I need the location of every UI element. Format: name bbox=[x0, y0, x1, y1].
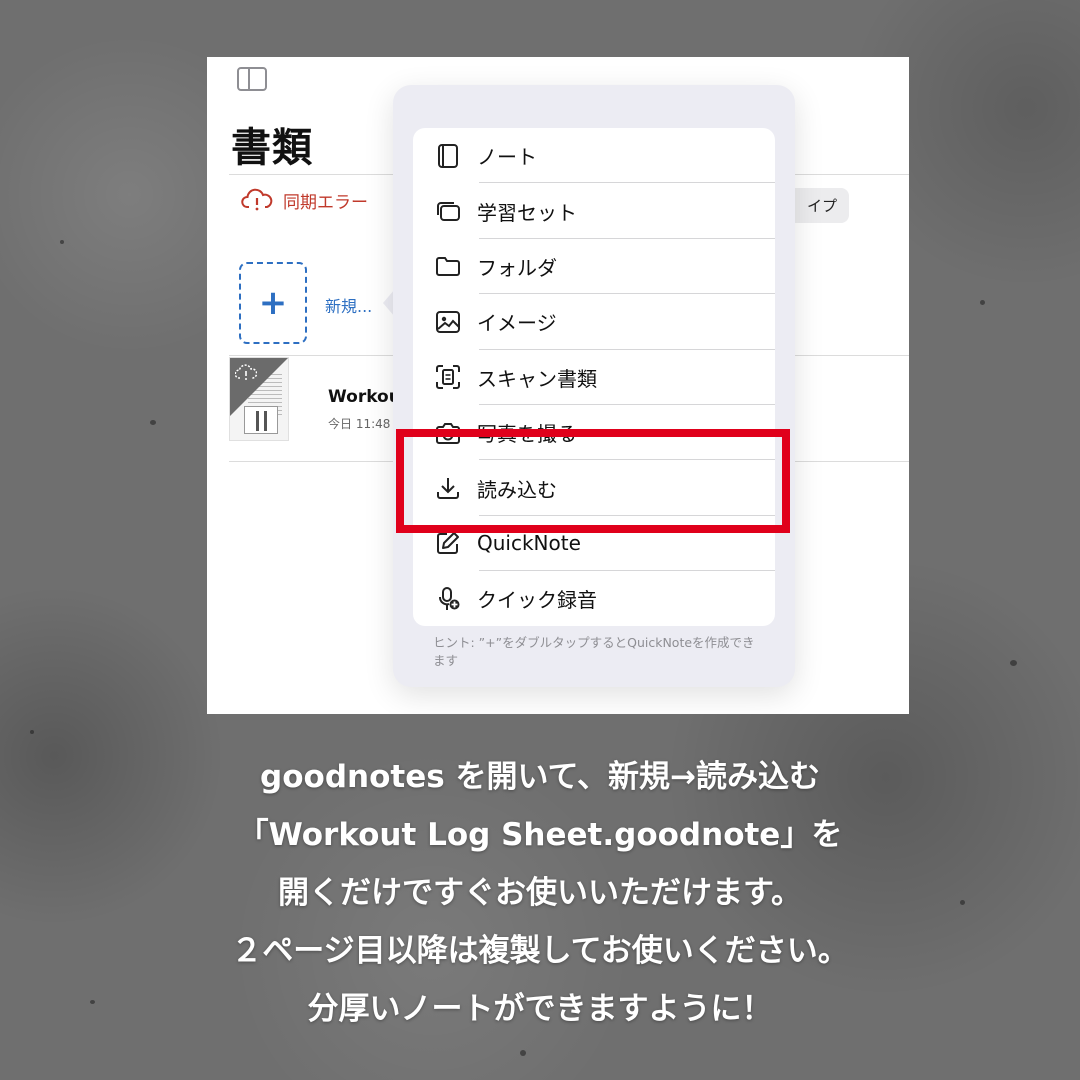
menu-item-label: イメージ bbox=[477, 311, 557, 336]
caption-line: 「Workout Log Sheet.goodnote」を bbox=[237, 817, 843, 853]
menu-item-study-set[interactable]: 学習セット bbox=[413, 183, 775, 240]
pencil-square-icon bbox=[437, 532, 459, 555]
texture-speck bbox=[520, 1050, 526, 1056]
caption: goodnotes を開いて、新規→読み込む 「Workout Log Shee… bbox=[0, 748, 1080, 1038]
document-thumbnail[interactable] bbox=[229, 357, 289, 441]
menu-item-notebook[interactable]: ノート bbox=[413, 128, 775, 184]
caption-line: 分厚いノートができますように！ bbox=[307, 991, 773, 1027]
app-screenshot: 書類 同期エラー イプ + 新規... Workout 今日 11:48 ノート… bbox=[207, 57, 909, 714]
menu-item-label: フォルダ bbox=[477, 255, 557, 280]
menu-item-folder[interactable]: フォルダ bbox=[413, 239, 775, 295]
menu-item-label: クイック録音 bbox=[477, 588, 597, 613]
menu-item-label: ノート bbox=[477, 145, 537, 170]
type-filter-chip[interactable]: イプ bbox=[787, 188, 849, 223]
image-icon bbox=[436, 310, 460, 333]
microphone-plus-icon bbox=[439, 586, 460, 610]
notebook-icon bbox=[438, 143, 458, 168]
new-document-label[interactable]: 新規... bbox=[325, 293, 372, 317]
sidebar-toggle-icon[interactable] bbox=[237, 67, 267, 91]
menu-item-label: スキャン書類 bbox=[477, 366, 597, 391]
texture-speck bbox=[30, 730, 34, 734]
stacked-cards-icon bbox=[437, 202, 460, 222]
cloud-alert-icon bbox=[241, 188, 273, 211]
sync-error-label: 同期エラー bbox=[283, 192, 368, 213]
caption-line: goodnotes を開いて、新規→読み込む bbox=[260, 759, 820, 795]
menu-item-scan-document[interactable]: スキャン書類 bbox=[413, 350, 775, 406]
folder-icon bbox=[436, 257, 460, 277]
hint-text: ヒント: ”+”をダブルタップするとQuickNoteを作成できます bbox=[433, 635, 755, 668]
caption-line: ２ページ目以降は複製してお使いください。 bbox=[231, 933, 849, 969]
import-highlight-box bbox=[396, 429, 790, 533]
document-timestamp: 今日 11:48 bbox=[328, 417, 391, 431]
new-document-tile[interactable]: + bbox=[239, 262, 307, 344]
texture-speck bbox=[60, 240, 64, 244]
texture-speck bbox=[150, 420, 156, 425]
texture-speck bbox=[1010, 660, 1017, 666]
sync-error-status[interactable]: 同期エラー bbox=[241, 187, 368, 213]
scan-icon bbox=[436, 365, 460, 390]
new-item-menu: ノート 学習セット フォルダ イメージ スキャン書類 写真を撮る 読み込む Qu… bbox=[413, 128, 775, 626]
menu-item-quick-record[interactable]: クイック録音 bbox=[413, 571, 775, 626]
cloud-alert-icon bbox=[235, 364, 257, 380]
menu-item-label: 学習セット bbox=[477, 200, 577, 225]
caption-line: 開くだけですぐお使いいただけます。 bbox=[278, 875, 802, 911]
page-title: 書類 bbox=[231, 125, 313, 171]
menu-item-label: QuickNote bbox=[477, 531, 581, 556]
menu-item-image[interactable]: イメージ bbox=[413, 294, 775, 350]
texture-speck bbox=[980, 300, 985, 305]
new-item-popover: ノート 学習セット フォルダ イメージ スキャン書類 写真を撮る 読み込む Qu… bbox=[393, 85, 795, 687]
